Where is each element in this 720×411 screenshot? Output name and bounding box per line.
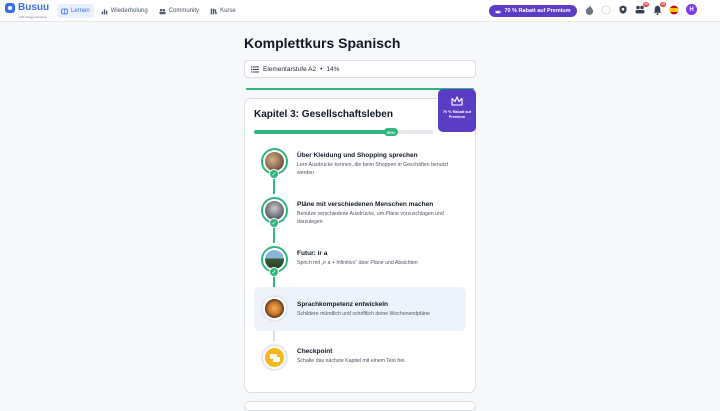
- lesson-item-current[interactable]: Sprachkompetenz entwickeln Schildere mün…: [254, 287, 466, 331]
- list-icon: [251, 65, 259, 73]
- lesson-description: Schildere mündlich und schriftlich deine…: [297, 311, 430, 317]
- spain-flag-icon: [669, 5, 679, 14]
- lesson-description: Sprich mit „ir a + Infinitivo“ über Plän…: [297, 260, 418, 266]
- nav-review-label: Wiederholung: [110, 8, 148, 14]
- chapter-title: Kapitel 3: Gesellschaftsleben: [254, 109, 393, 120]
- completed-check-icon: ✓: [269, 218, 279, 228]
- paella-image: [265, 299, 284, 318]
- nav-learn[interactable]: Lernen: [57, 4, 94, 18]
- lesson-title: Pläne mit verschiedenen Menschen machen: [297, 201, 434, 208]
- lesson-item[interactable]: ✓ Futur: ir a Sprich mit „ir a + Infinit…: [254, 242, 466, 286]
- progress-ring-icon: [601, 4, 611, 15]
- crown-icon: [496, 9, 501, 13]
- chart-icon: [101, 8, 107, 14]
- completed-check-icon: ✓: [269, 267, 279, 277]
- main-nav: Lernen Wiederholung Community Kurse: [57, 4, 240, 18]
- notifications-badge: 38: [660, 1, 666, 7]
- level-name: Elementarstufe A2: [263, 65, 317, 73]
- lesson-description: Schalte das nächste Kapitel mit einem Te…: [297, 358, 406, 364]
- logo-text: Busuu: [18, 2, 50, 13]
- daily-goal-ring[interactable]: [601, 4, 611, 15]
- nav-community[interactable]: Community: [155, 4, 203, 18]
- busuu-logo-icon: [5, 3, 15, 13]
- chapter-card: Kapitel 3: Gesellschaftsleben 70 % Rabat…: [244, 89, 476, 393]
- chapter-progress-label: 80%: [384, 128, 399, 136]
- people-icon: [159, 8, 166, 14]
- checkpoint-icon: [265, 348, 284, 367]
- nav-courses[interactable]: Kurse: [206, 4, 240, 18]
- level-separator: •: [320, 65, 323, 73]
- chapter-progress-fill: [254, 130, 398, 134]
- chapter-progress-bar: 80%: [254, 128, 434, 136]
- logo-subtitle: with Chegg Services: [19, 15, 47, 19]
- lesson-item[interactable]: ✓ Über Kleidung und Shopping sprechen Le…: [254, 144, 466, 188]
- user-avatar[interactable]: H: [686, 4, 697, 15]
- flame-icon: [585, 5, 593, 15]
- premium-discount-button[interactable]: 70 % Rabatt auf Premium: [489, 5, 577, 17]
- completed-check-icon: ✓: [269, 169, 279, 179]
- level-selector[interactable]: Elementarstufe A2 • 14%: [244, 60, 476, 78]
- nav-community-label: Community: [168, 8, 200, 14]
- shield-icon: [619, 5, 627, 14]
- lesson-thumbnail: [261, 344, 288, 371]
- crown-icon: [451, 96, 463, 106]
- language-selector[interactable]: [669, 5, 679, 15]
- friends-badge: 96: [643, 1, 649, 7]
- league-button[interactable]: [618, 5, 628, 15]
- friends-button[interactable]: 96: [635, 1, 649, 15]
- busuu-logo[interactable]: Busuu with Chegg Services: [5, 2, 50, 19]
- library-icon: [210, 8, 217, 14]
- nav-courses-label: Kurse: [220, 8, 236, 14]
- premium-corner-banner[interactable]: 70 % Rabatt auf Premium: [438, 89, 476, 132]
- top-navigation-bar: Busuu with Chegg Services Lernen Wiederh…: [0, 0, 720, 22]
- lesson-title: Über Kleidung und Shopping sprechen: [297, 152, 418, 159]
- book-icon: [61, 8, 68, 14]
- lesson-thumbnail: [261, 295, 288, 322]
- lesson-description: Benutze verschiedene Ausdrücke, um Pläne…: [297, 211, 444, 225]
- premium-button-label: 70 % Rabatt auf Premium: [504, 8, 571, 14]
- lesson-item[interactable]: ✓ Pläne mit verschiedenen Menschen mache…: [254, 193, 466, 237]
- level-progress: 14%: [326, 65, 340, 73]
- nav-review[interactable]: Wiederholung: [97, 4, 152, 18]
- lesson-title: Sprachkompetenz entwickeln: [297, 301, 389, 308]
- next-chapter-card[interactable]: [244, 401, 476, 411]
- lesson-title: Checkpoint: [297, 348, 333, 355]
- lesson-title: Futur: ir a: [297, 250, 328, 257]
- lesson-description: Lern Ausdrücke kennen, die beim Shoppen …: [297, 162, 449, 176]
- lesson-item-checkpoint[interactable]: Checkpoint Schalte das nächste Kapitel m…: [254, 340, 466, 384]
- page-title: Komplettkurs Spanisch: [244, 35, 401, 51]
- top-icons: 96 38 H: [584, 1, 697, 15]
- streak-button[interactable]: [584, 5, 594, 15]
- nav-learn-label: Lernen: [71, 8, 90, 14]
- premium-corner-label: 70 % Rabatt auf Premium: [442, 110, 472, 119]
- notifications-button[interactable]: 38: [652, 1, 666, 15]
